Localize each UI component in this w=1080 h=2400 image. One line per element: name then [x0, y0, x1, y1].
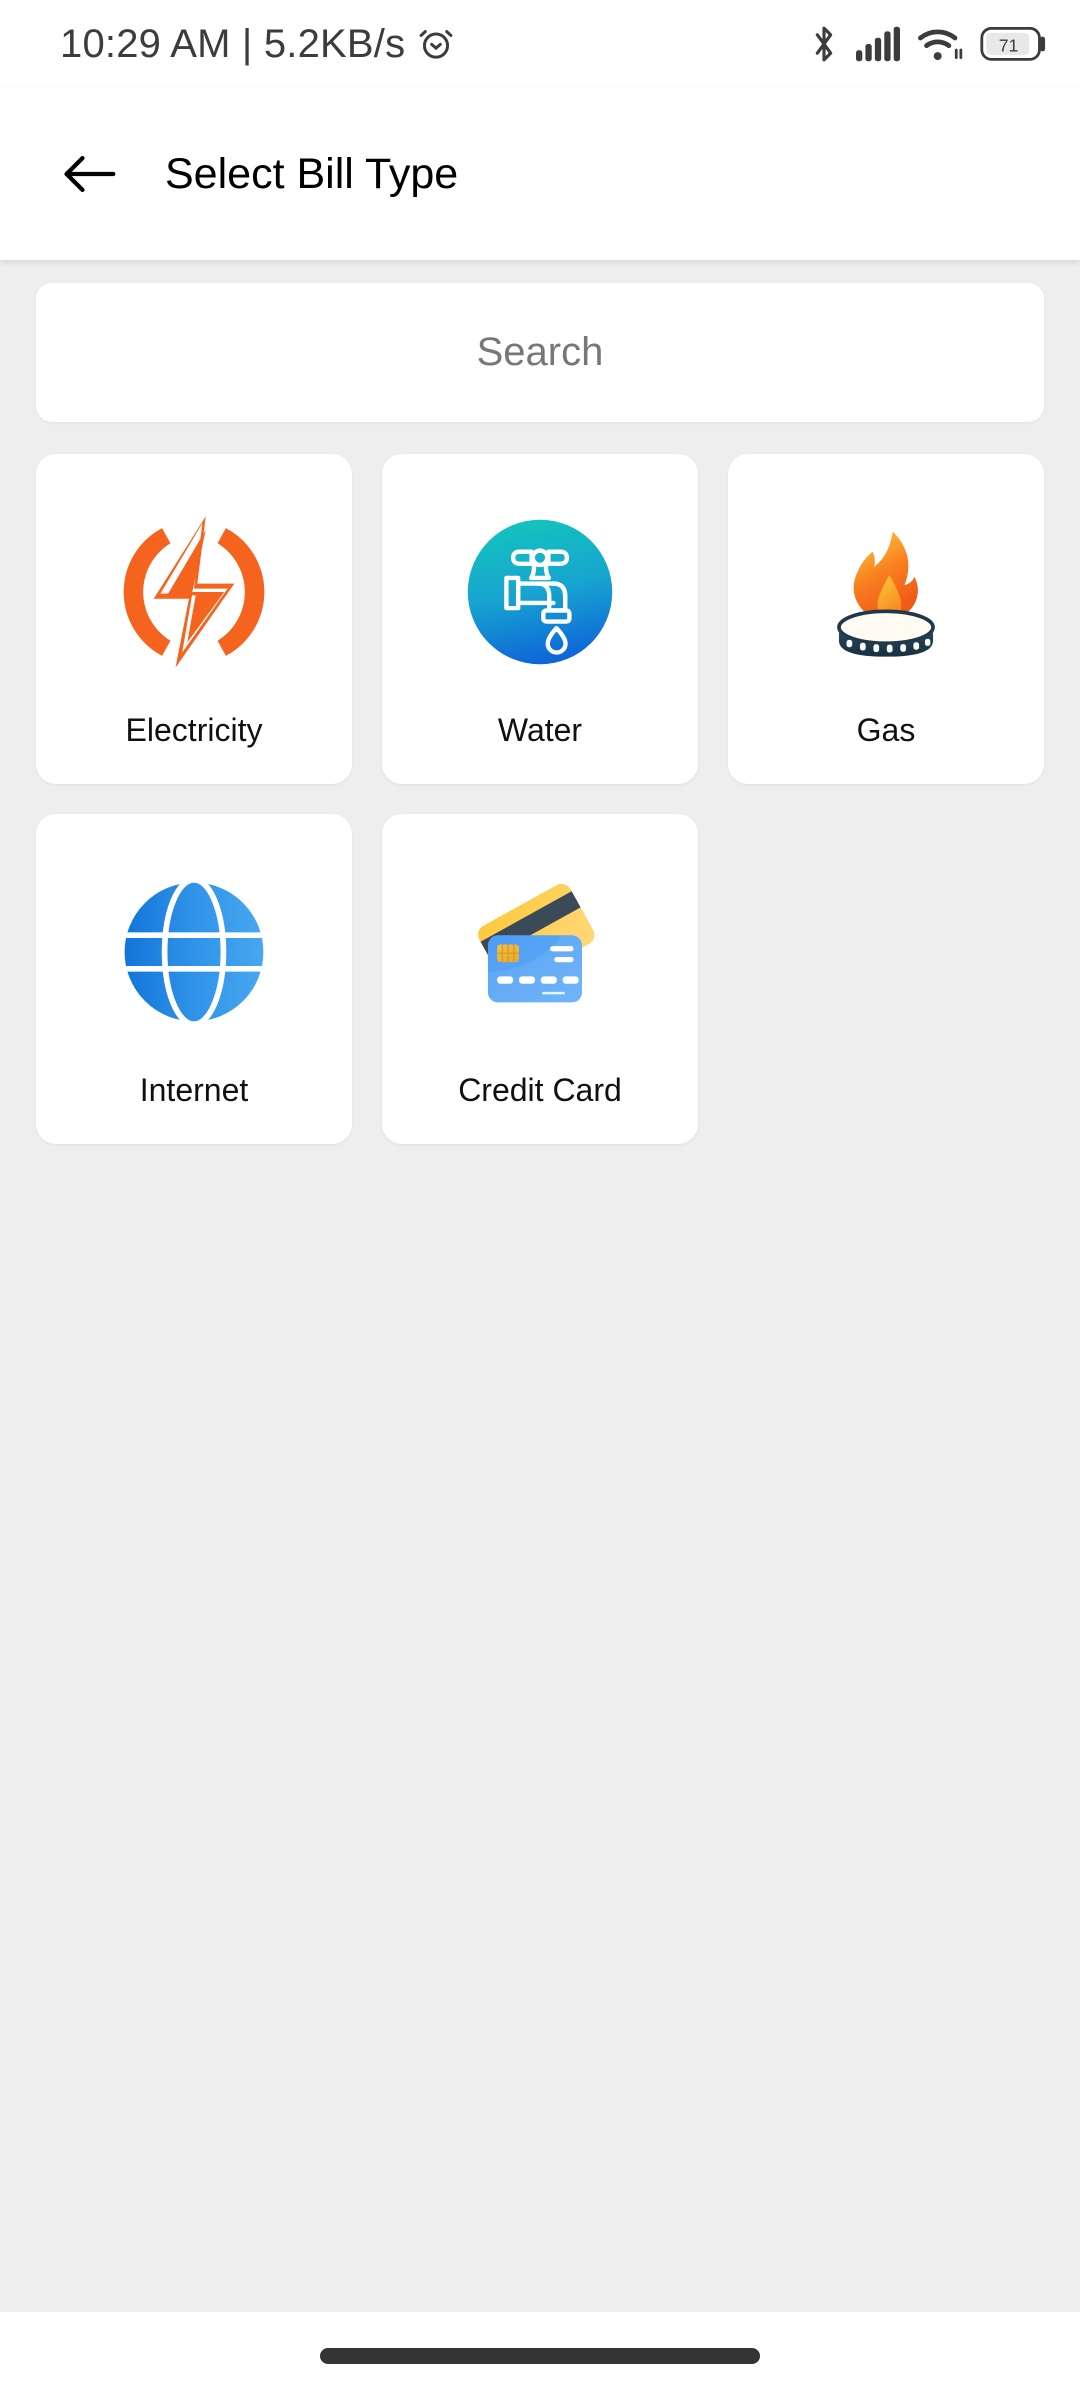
battery-percent-text: 71	[999, 35, 1019, 55]
bill-type-credit-card[interactable]: Credit Card	[382, 814, 698, 1144]
bluetooth-icon	[809, 24, 839, 64]
bill-type-label: Internet	[139, 1072, 249, 1108]
bill-type-water[interactable]: Water	[382, 454, 698, 784]
bill-type-electricity[interactable]: Electricity	[36, 454, 352, 784]
search-input[interactable]	[36, 283, 1044, 422]
status-bar-left: 10:29 AM | 5.2KB/s	[60, 22, 455, 67]
status-bar-right: 71	[809, 24, 1046, 64]
water-faucet-icon	[456, 494, 624, 690]
bill-type-label: Gas	[856, 712, 916, 748]
app-bar: Select Bill Type	[0, 88, 1080, 260]
bill-type-gas[interactable]: Gas	[728, 454, 1044, 784]
battery-icon: 71	[980, 27, 1046, 61]
bill-type-internet[interactable]: Internet	[36, 814, 352, 1144]
status-bar: 10:29 AM | 5.2KB/s 71	[0, 0, 1080, 88]
search-bar[interactable]	[36, 283, 1044, 422]
alarm-clock-icon	[417, 25, 455, 63]
home-gesture-pill[interactable]	[320, 2348, 760, 2364]
electricity-bolt-icon	[110, 494, 278, 690]
cellular-signal-icon	[856, 26, 900, 62]
content-area: Electricity	[0, 260, 1080, 2312]
back-arrow-icon	[61, 150, 117, 198]
bill-type-grid: Electricity Water Gas Internet Credit Ca…	[36, 454, 1044, 1144]
bill-type-label: Electricity	[125, 712, 263, 748]
phone-screen: 10:29 AM | 5.2KB/s 71 Select Bill Type S…	[0, 0, 1080, 2400]
gas-burner-flame-icon	[802, 494, 970, 690]
system-navigation-bar	[0, 2312, 1080, 2400]
wifi-icon	[917, 26, 963, 62]
status-time-and-network-speed: 10:29 AM | 5.2KB/s	[60, 21, 406, 66]
credit-card-icon	[456, 854, 624, 1050]
back-button[interactable]	[43, 128, 135, 220]
bill-type-label: Credit Card	[458, 1072, 622, 1108]
globe-icon	[110, 854, 278, 1050]
bill-type-label: Water	[497, 712, 583, 748]
page-title: Select Bill Type	[165, 149, 459, 198]
